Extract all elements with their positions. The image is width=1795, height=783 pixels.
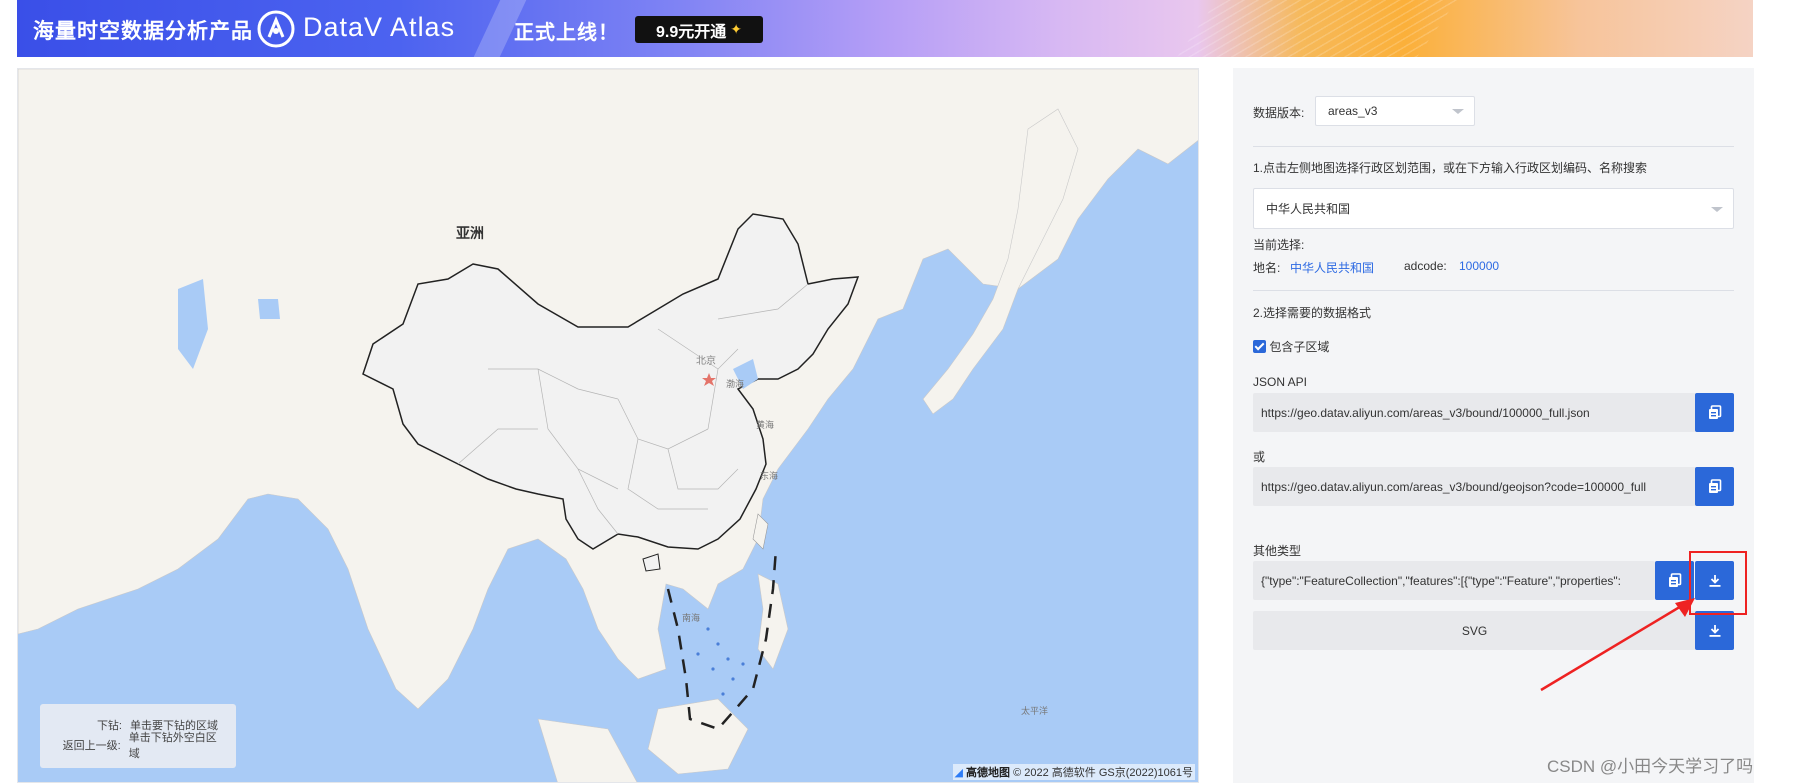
hint-drill-key: 下钻: [96, 720, 122, 732]
copy-icon [1708, 479, 1721, 493]
banner-brand: DataV Atlas [303, 12, 456, 42]
checkbox-checked-icon[interactable] [1253, 340, 1266, 353]
place-value-link[interactable]: 中华人民共和国 [1290, 259, 1374, 276]
hint-back-value: 单击下钻外空白区域 [128, 732, 217, 760]
version-select-value: areas_v3 [1328, 104, 1378, 118]
copy-geojson-button[interactable] [1695, 467, 1734, 506]
sparkle-icon: ✦ [730, 21, 742, 37]
map-label-bohai: 渤海 [726, 379, 745, 389]
other-types-label: 其他类型 [1253, 544, 1302, 558]
json-api-label: JSON API [1253, 375, 1308, 389]
map-label-yellow-sea: 黄海 [756, 420, 775, 430]
attribution-brand: 高德地图 [966, 767, 1011, 779]
download-icon [1709, 624, 1720, 637]
map-label-asia: 亚洲 [456, 225, 484, 241]
region-search-select[interactable]: 中华人民共和国 [1253, 188, 1734, 229]
map-canvas[interactable]: 亚洲 北京 渤海 黄海 东海 南海 太平洋 下钻: 单击要下钻的区域 返回上一级… [17, 68, 1199, 783]
map-label-east-sea: 东海 [760, 471, 779, 481]
annotation-arrow-icon [1540, 598, 1695, 692]
map-label-pacific: 太平洋 [1021, 706, 1049, 716]
banner-cta-button[interactable]: 9.9元开通 ✦ [635, 16, 763, 43]
geojson-url: https://geo.datav.aliyun.com/areas_v3/bo… [1261, 479, 1647, 494]
step2-instruction: 2.选择需要的数据格式 [1253, 306, 1372, 320]
version-select[interactable]: areas_v3 [1315, 96, 1475, 126]
banner-cta-label: 9.9元开通 [656, 23, 727, 41]
version-label: 数据版本: [1253, 106, 1305, 120]
step1-instruction: 1.点击左侧地图选择行政区划范围，或在下方输入行政区划编码、名称搜索 [1253, 161, 1648, 175]
adcode-label: adcode: [1404, 259, 1447, 273]
include-subregion-label: 包含子区域 [1269, 340, 1330, 354]
map-base-layer [18, 69, 1198, 782]
copy-icon [1708, 405, 1721, 419]
hint-back-key: 返回上一级: [62, 740, 121, 752]
chevron-down-icon [1452, 109, 1464, 114]
region-select-value: 中华人民共和国 [1266, 202, 1351, 216]
divider [1253, 290, 1734, 291]
map-hint-box: 下钻: 单击要下钻的区域 返回上一级: 单击下钻外空白区域 [40, 704, 236, 768]
adcode-value-link[interactable]: 100000 [1459, 259, 1499, 273]
map-label-south-sea: 南海 [682, 613, 701, 623]
include-subregion-checkbox[interactable]: 包含子区域 [1253, 338, 1329, 355]
current-selection-label: 当前选择: [1253, 238, 1305, 252]
banner-launch-text: 正式上线！ [514, 22, 619, 44]
geojson-url-field[interactable]: https://geo.datav.aliyun.com/areas_v3/bo… [1253, 467, 1696, 506]
csdn-watermark: CSDN @小田今天学习了吗 [1547, 757, 1754, 776]
map-attribution: ◢ 高德地图 © 2022 高德软件 GS京(2022)1061号 [952, 764, 1195, 780]
copy-json-api-button[interactable] [1695, 393, 1734, 432]
json-api-url: https://geo.datav.aliyun.com/areas_v3/bo… [1261, 405, 1590, 420]
divider [1253, 146, 1734, 147]
svg-label: SVG [1461, 623, 1488, 638]
banner-stripe-decoration [1177, 0, 1457, 57]
copy-icon [1668, 573, 1681, 587]
map-label-beijing: 北京 [696, 356, 716, 367]
place-label: 地名: [1253, 261, 1281, 275]
amap-logo-icon: ◢ [954, 767, 963, 779]
promo-banner[interactable]: 海量时空数据分析产品 DataV Atlas 正式上线！ 9.9元开通 ✦ [17, 0, 1753, 57]
chevron-down-icon [1711, 206, 1723, 212]
banner-title: 海量时空数据分析产品 [33, 20, 253, 43]
or-label: 或 [1253, 450, 1266, 464]
json-api-url-field[interactable]: https://geo.datav.aliyun.com/areas_v3/bo… [1253, 393, 1696, 432]
datav-logo-icon [257, 10, 295, 48]
other-types-value: {"type":"FeatureCollection","features":[… [1261, 573, 1621, 588]
attribution-text: © 2022 高德软件 GS京(2022)1061号 [1013, 767, 1193, 779]
